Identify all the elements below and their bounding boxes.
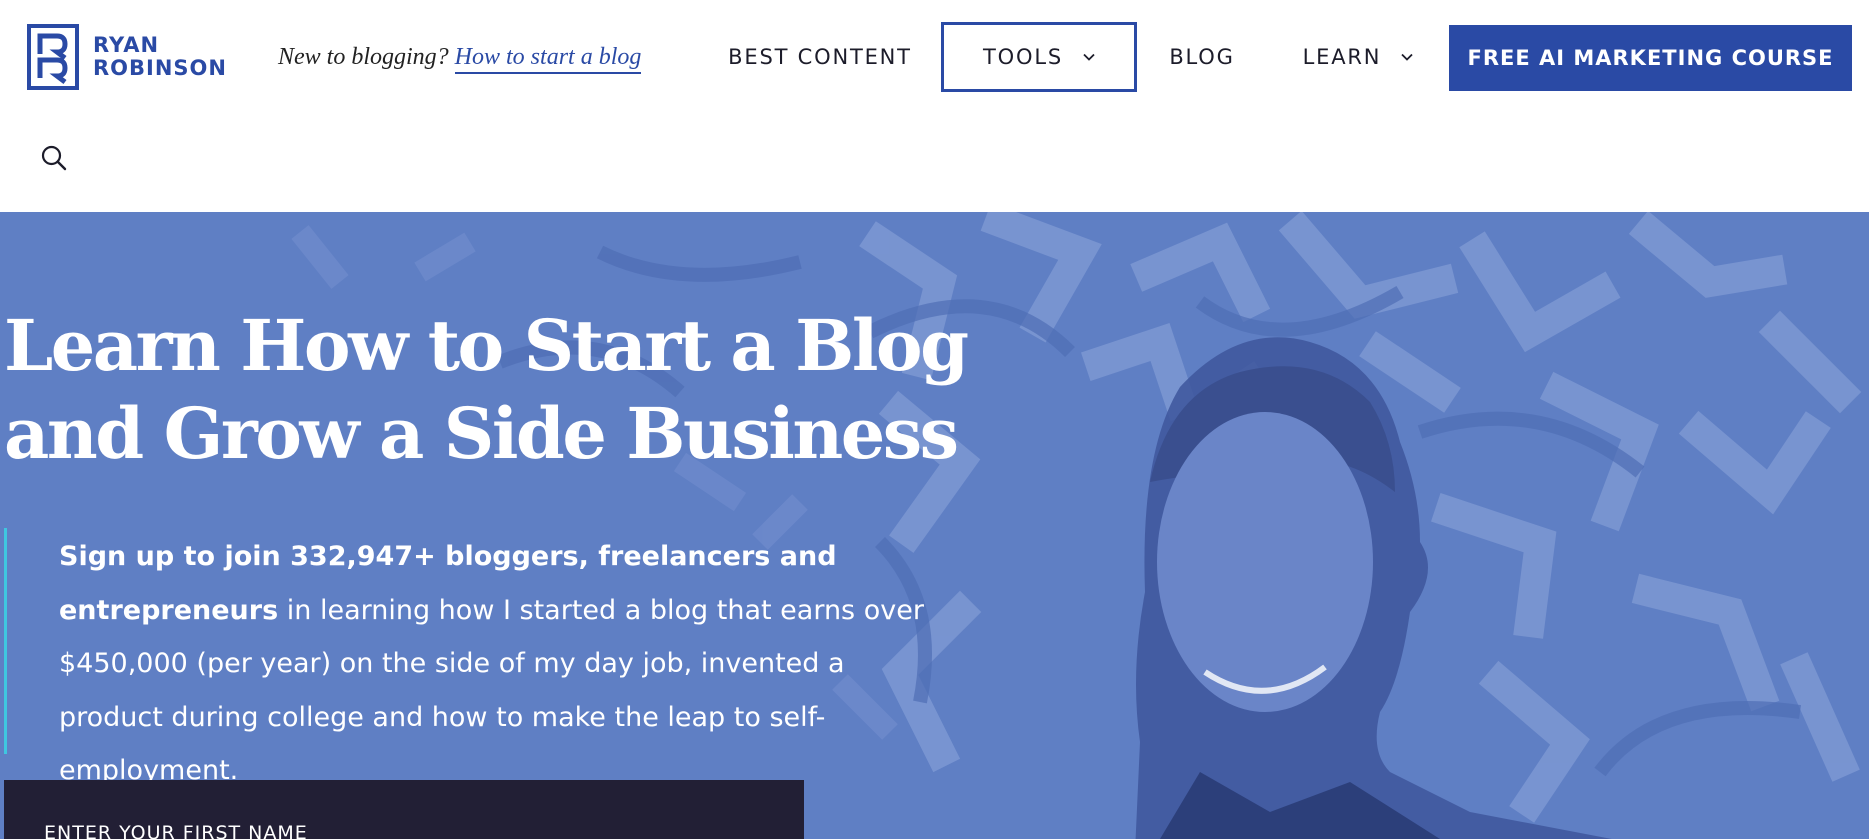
hero-intro: Sign up to join 332,947+ bloggers, freel… xyxy=(59,530,939,798)
tagline: New to blogging? How to start a blog xyxy=(278,44,642,74)
logo[interactable]: RYAN ROBINSON xyxy=(27,24,227,90)
chevron-down-icon xyxy=(1401,53,1413,61)
logo-text: RYAN ROBINSON xyxy=(93,34,227,80)
hero-title-line2: and Grow a Side Business xyxy=(4,392,959,475)
nav-best-content[interactable]: BEST CONTENT xyxy=(722,22,918,92)
nav-best-content-label: BEST CONTENT xyxy=(728,45,912,69)
nav-tools-label: TOOLS xyxy=(983,45,1063,69)
nav-tools[interactable]: TOOLS xyxy=(941,22,1137,92)
hero-title: Learn How to Start a Blog and Grow a Sid… xyxy=(4,302,969,478)
logo-text-line2: ROBINSON xyxy=(93,56,227,80)
free-ai-course-label: FREE AI MARKETING COURSE xyxy=(1467,46,1834,70)
start-blog-link[interactable]: How to start a blog xyxy=(454,44,642,74)
nav-blog-label: BLOG xyxy=(1169,45,1235,69)
hero: Learn How to Start a Blog and Grow a Sid… xyxy=(0,212,1869,839)
quote-accent-bar xyxy=(4,528,7,754)
first-name-input[interactable] xyxy=(44,822,744,839)
nav-learn[interactable]: LEARN xyxy=(1290,22,1426,92)
logo-text-line1: RYAN xyxy=(93,33,160,57)
chevron-down-icon xyxy=(1083,53,1095,61)
nav-learn-label: LEARN xyxy=(1302,45,1382,69)
signup-form xyxy=(4,780,804,839)
tagline-prefix: New to blogging? xyxy=(278,44,449,70)
logo-mark-icon xyxy=(27,24,79,90)
free-ai-course-button[interactable]: FREE AI MARKETING COURSE xyxy=(1449,25,1852,91)
site-header: RYAN ROBINSON New to blogging? How to st… xyxy=(0,0,1869,212)
nav-blog[interactable]: BLOG xyxy=(1160,22,1244,92)
search-icon[interactable] xyxy=(40,144,68,172)
hero-title-line1: Learn How to Start a Blog xyxy=(4,304,969,387)
